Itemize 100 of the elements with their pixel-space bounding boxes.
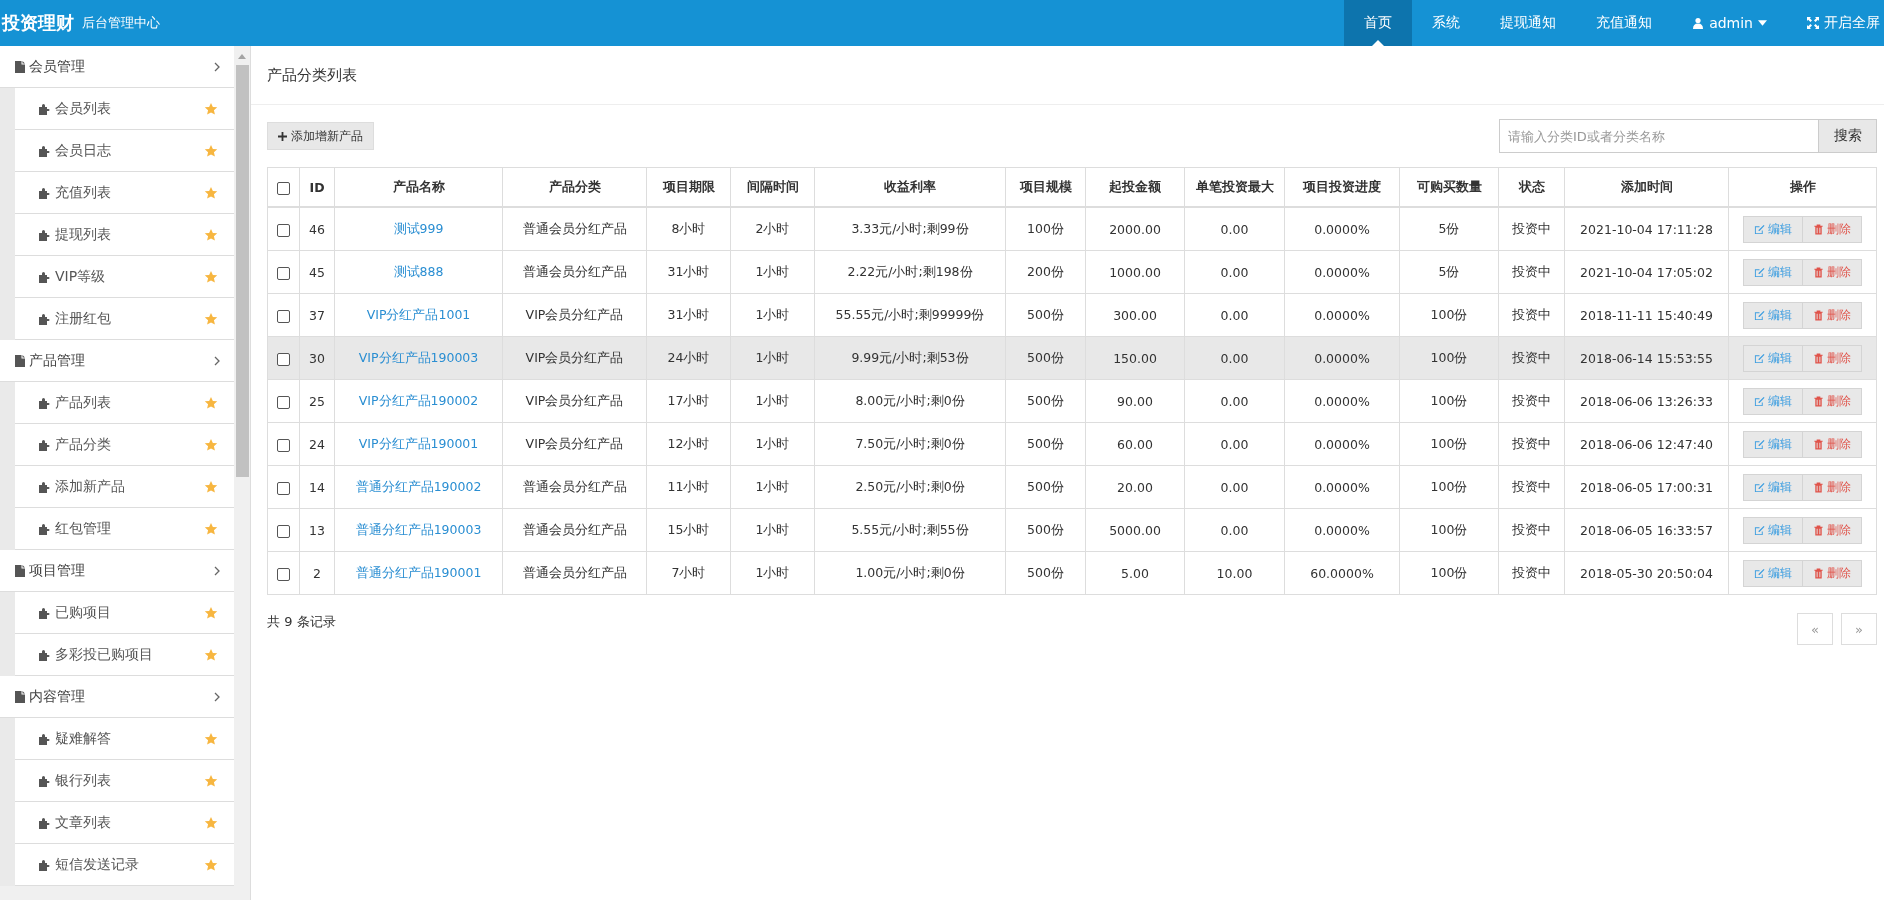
table-cell: 25 [309, 393, 325, 409]
star-icon [204, 815, 218, 830]
checkbox[interactable] [277, 481, 290, 495]
menu-item[interactable]: 疑难解答 [15, 718, 234, 760]
table-row[interactable]: 25 VIP分红产品190002 VIP会员分红产品 17小时 1小时 8.00元/小时;剩0份 500份 90.00 0.00 0.0000% 100份 投资中 2018-06-06 13:26:33 编辑 删除 [267, 379, 1877, 423]
menu-item[interactable]: 多彩投已购项目 [15, 634, 234, 676]
delete-button[interactable]: 删除 [1803, 258, 1862, 286]
puzzle-icon [39, 102, 51, 115]
delete-button[interactable]: 删除 [1803, 473, 1862, 501]
edit-button[interactable]: 编辑 [1743, 344, 1803, 372]
table-row[interactable]: 30 VIP分红产品190003 VIP会员分红产品 24小时 1小时 9.99元/小时;剩53份 500份 150.00 0.00 0.0000% 100份 投资中 2018-06-14 15:53:55 编辑 删除 [267, 336, 1877, 380]
table-cell: 投资中 [1512, 478, 1551, 494]
star-icon [204, 605, 218, 620]
menu-item[interactable]: 短信发送记录 [15, 844, 234, 886]
next-page-button[interactable]: » [1841, 613, 1877, 645]
menu-item[interactable]: 文章列表 [15, 802, 234, 844]
table-row[interactable]: 46 测试999 普通会员分红产品 8小时 2小时 3.33元/小时;剩99份 100份 2000.00 0.00 0.0000% 5份 投资中 2021-10-04 17:11:28 编辑 删除 [267, 207, 1877, 251]
delete-button[interactable]: 删除 [1803, 559, 1862, 587]
table-cell: 0.00 [1220, 264, 1249, 280]
user-icon [1692, 17, 1705, 29]
delete-button[interactable]: 删除 [1803, 344, 1862, 372]
nav-tab[interactable]: admin [1672, 0, 1787, 46]
table-row[interactable]: 24 VIP分红产品190001 VIP会员分红产品 12小时 1小时 7.50元/小时;剩0份 500份 60.00 0.00 0.0000% 100份 投资中 2018-06-06 12:47:40 编辑 删除 [267, 422, 1877, 466]
product-link[interactable]: 测试999 [393, 220, 444, 236]
edit-button[interactable]: 编辑 [1743, 430, 1803, 458]
edit-button[interactable]: 编辑 [1743, 516, 1803, 544]
edit-button[interactable]: 编辑 [1743, 215, 1803, 243]
edit-button[interactable]: 编辑 [1743, 559, 1803, 587]
scrollbar-thumb[interactable] [235, 65, 249, 477]
table-cell: 37 [309, 307, 325, 323]
table-cell: 12小时 [667, 435, 710, 451]
nav-tab[interactable]: 充值通知 [1576, 0, 1673, 46]
product-link[interactable]: 测试888 [393, 263, 444, 279]
table-cell: 普通会员分红产品 [522, 521, 627, 537]
search-button[interactable]: 搜索 [1819, 119, 1877, 153]
delete-button[interactable]: 删除 [1803, 215, 1862, 243]
checkbox[interactable] [277, 438, 290, 452]
table-cell: 投资中 [1512, 220, 1551, 236]
delete-button[interactable]: 删除 [1803, 430, 1862, 458]
checkbox[interactable] [277, 524, 290, 538]
nav-tab[interactable]: 首页 [1344, 0, 1413, 46]
table-row[interactable]: 14 普通分红产品190002 普通会员分红产品 11小时 1小时 2.50元/小时;剩0份 500份 20.00 0.00 0.0000% 100份 投资中 2018-06-05 17:00:31 编辑 删除 [267, 465, 1877, 509]
table-row[interactable]: 45 测试888 普通会员分红产品 31小时 1小时 2.22元/小时;剩198份 200份 1000.00 0.00 0.0000% 5份 投资中 2021-10-04 17:05:02 编辑 删除 [267, 250, 1877, 294]
table-cell: 1小时 [755, 263, 790, 279]
menu-group[interactable]: 内容管理 [0, 676, 234, 718]
menu-item[interactable]: 会员列表 [15, 88, 234, 130]
table-row[interactable]: 37 VIP分红产品1001 VIP会员分红产品 31小时 1小时 55.55元/小时;剩99999份 500份 300.00 0.00 0.0000% 100份 投资中 2018-11-11 15:40:49 编辑 删除 [267, 293, 1877, 337]
menu-item[interactable]: 红包管理 [15, 508, 234, 550]
menu-item[interactable]: 银行列表 [15, 760, 234, 802]
add-product-button[interactable]: 添加增新产品 [267, 122, 374, 150]
menu-group[interactable]: 项目管理 [0, 550, 234, 592]
checkbox[interactable] [277, 567, 290, 581]
table-row[interactable]: 13 普通分红产品190003 普通会员分红产品 15小时 1小时 5.55元/小时;剩55份 500份 5000.00 0.00 0.0000% 100份 投资中 2018-06-05 16:33:57 编辑 删除 [267, 508, 1877, 552]
trash-icon [1813, 524, 1824, 536]
table-cell: 500份 [1027, 349, 1064, 365]
menu-item[interactable]: 已购项目 [15, 592, 234, 634]
star-icon [204, 479, 218, 494]
edit-button[interactable]: 编辑 [1743, 387, 1803, 415]
table-row[interactable]: 2 普通分红产品190001 普通会员分红产品 7小时 1小时 1.00元/小时;剩0份 500份 5.00 10.00 60.0000% 100份 投资中 2018-05-30 20:50:04 编辑 删除 [267, 551, 1877, 595]
checkbox[interactable] [277, 309, 290, 323]
menu-item[interactable]: 添加新产品 [15, 466, 234, 508]
menu-group[interactable]: 会员管理 [0, 46, 234, 88]
menu-item[interactable]: 提现列表 [15, 214, 234, 256]
checkbox[interactable] [277, 181, 290, 195]
chevron-icon [214, 691, 220, 702]
nav-tab[interactable]: 提现通知 [1480, 0, 1577, 46]
table-cell: 7小时 [671, 564, 706, 580]
menu-item[interactable]: VIP等级 [15, 256, 234, 298]
menu-item[interactable]: 会员日志 [15, 130, 234, 172]
checkbox[interactable] [277, 266, 290, 280]
nav-tab[interactable]: 系统 [1412, 0, 1481, 46]
edit-button[interactable]: 编辑 [1743, 301, 1803, 329]
edit-button[interactable]: 编辑 [1743, 258, 1803, 286]
edit-button[interactable]: 编辑 [1743, 473, 1803, 501]
table-cell: 0.0000% [1314, 264, 1370, 280]
puzzle-icon [39, 648, 51, 661]
table-cell: 0.00 [1220, 436, 1249, 452]
menu-group[interactable]: 产品管理 [0, 340, 234, 382]
nav-tab[interactable]: 开启全屏 [1787, 0, 1884, 46]
checkbox[interactable] [277, 352, 290, 366]
table-cell: 7.50元/小时;剩0份 [855, 435, 965, 451]
checkbox[interactable] [277, 223, 290, 237]
checkbox[interactable] [277, 395, 290, 409]
subtitle: 后台管理中心 [82, 14, 160, 32]
menu-item[interactable]: 产品分类 [15, 424, 234, 466]
column-header: 项目期限 [662, 178, 715, 194]
table-cell: 0.0000% [1314, 393, 1370, 409]
delete-button[interactable]: 删除 [1803, 301, 1862, 329]
table-cell: 10.00 [1216, 565, 1253, 581]
delete-button[interactable]: 删除 [1803, 516, 1862, 544]
star-icon [204, 773, 218, 788]
delete-button[interactable]: 删除 [1803, 387, 1862, 415]
menu-item[interactable]: 充值列表 [15, 172, 234, 214]
table-cell: 2021-10-04 17:05:02 [1580, 264, 1713, 280]
puzzle-icon [39, 312, 51, 325]
table-cell: 17小时 [667, 392, 710, 408]
menu-item[interactable]: 产品列表 [15, 382, 234, 424]
menu-item[interactable]: 注册红包 [15, 298, 234, 340]
previous-page-button[interactable]: « [1797, 613, 1833, 645]
search-field[interactable]: 请输入分类ID或者分类名称 [1499, 119, 1819, 153]
